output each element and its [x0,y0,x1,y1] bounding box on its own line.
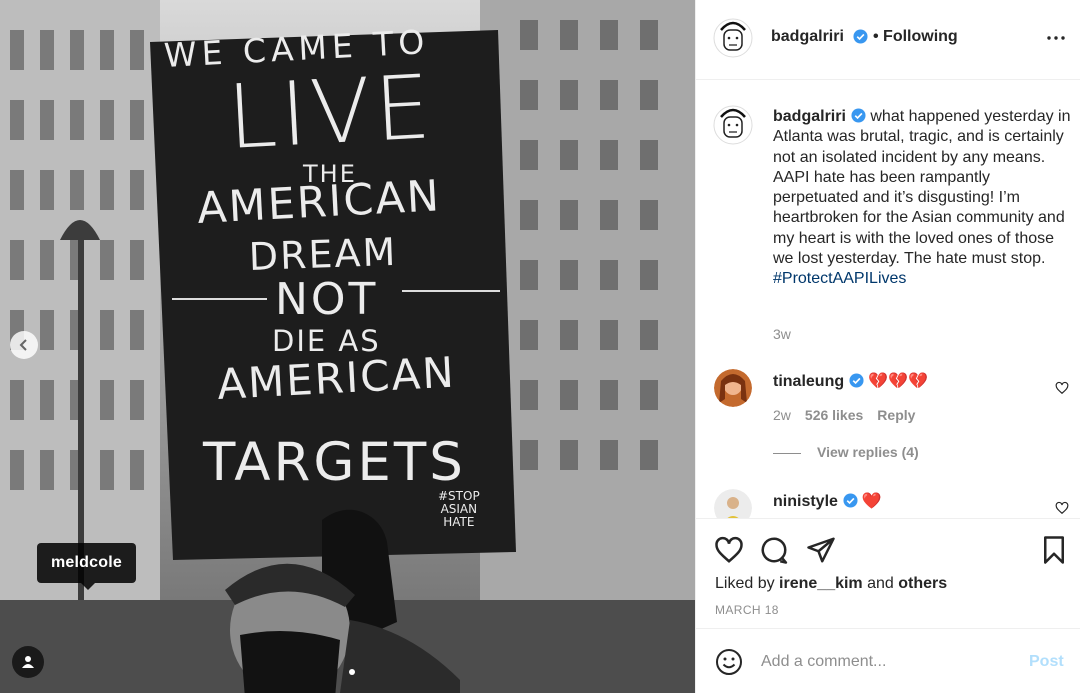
author-username[interactable]: badgalriri [771,28,844,46]
comment-meta: 2w 526 likes Reply [773,407,929,423]
carousel-prev-button[interactable] [10,331,38,359]
post-details-panel: badgalriri • Following badgalriri what h… [695,0,1080,693]
post-photo[interactable]: WE CAME TO LIVE THE AMERICAN DREAM NOT D… [0,0,695,693]
user-tag-icon [22,656,34,668]
sign-line: NOT [275,274,379,325]
liked-by-user[interactable]: irene__kim [779,575,863,592]
liked-by-prefix: Liked by [715,575,775,592]
liked-by-others[interactable]: others [898,575,947,592]
comment-icon[interactable] [759,535,789,565]
view-replies-button[interactable]: View replies (4) [773,444,919,460]
verified-icon [849,373,864,388]
reply-button[interactable]: Reply [877,407,915,423]
liked-by: Liked by irene__kim and others [715,575,947,593]
chevron-left-icon [19,339,27,351]
sign-line: AMERICAN [216,347,457,409]
caption-text: what happened yesterday in Atlanta was b… [773,108,1071,268]
protest-sign: WE CAME TO LIVE THE AMERICAN DREAM NOT D… [0,0,695,693]
add-comment-bar: Post [696,628,1080,693]
comments-list[interactable]: badgalriri what happened yesterday in At… [696,81,1080,518]
commenter-username[interactable]: ninistyle [773,493,838,510]
caption-username[interactable]: badgalriri [773,108,846,125]
comment-likes[interactable]: 526 likes [805,407,863,423]
more-icon[interactable] [1046,30,1066,46]
sign-line: AMERICAN [196,171,443,234]
sign-line: LIVE [225,55,437,169]
sign-hashtag-line: HATE [443,515,475,529]
post-caption: badgalriri what happened yesterday in At… [773,107,1071,290]
caption-hashtag[interactable]: #ProtectAAPILives [773,270,906,287]
heart-icon[interactable] [1055,381,1069,395]
comment-time: 2w [773,407,791,423]
commenter-username[interactable]: tinaleung [773,373,844,390]
post-comment-button[interactable]: Post [1029,653,1064,671]
heart-icon[interactable] [1055,501,1069,515]
post-header: badgalriri • Following [696,0,1080,80]
bookmark-icon[interactable] [1039,535,1069,565]
sign-line: DREAM [248,229,398,279]
author-avatar[interactable] [713,18,753,58]
commenter-avatar[interactable] [714,489,752,518]
heart-icon[interactable] [714,535,744,565]
comment-text: 💔💔💔 [868,373,928,390]
comment-row: tinaleung 💔💔💔 [773,371,928,391]
liked-by-and: and [867,575,894,592]
commenter-avatar[interactable] [714,369,752,407]
comment-input[interactable] [761,649,1011,675]
emoji-icon[interactable] [715,648,743,676]
share-icon[interactable] [806,535,836,565]
post-date[interactable]: MARCH 18 [715,603,779,617]
following-button[interactable]: • Following [873,28,958,46]
caption-author-avatar[interactable] [713,105,753,145]
tagged-user-tooltip[interactable]: meldcole [37,543,136,590]
verified-icon [853,29,868,44]
caption-timestamp: 3w [773,326,791,342]
comment-text: ❤️ [861,493,882,510]
sign-hashtag: #STOP ASIAN HATE [438,490,480,529]
verified-icon [851,108,866,123]
post-actions: Liked by irene__kim and others MARCH 18 [696,518,1080,628]
sign-line: TARGETS [203,432,466,493]
comment-row: ninistyle ❤️ [773,491,882,511]
carousel-indicator [349,669,355,675]
tagged-users-button[interactable] [12,646,44,678]
verified-icon [843,493,858,508]
